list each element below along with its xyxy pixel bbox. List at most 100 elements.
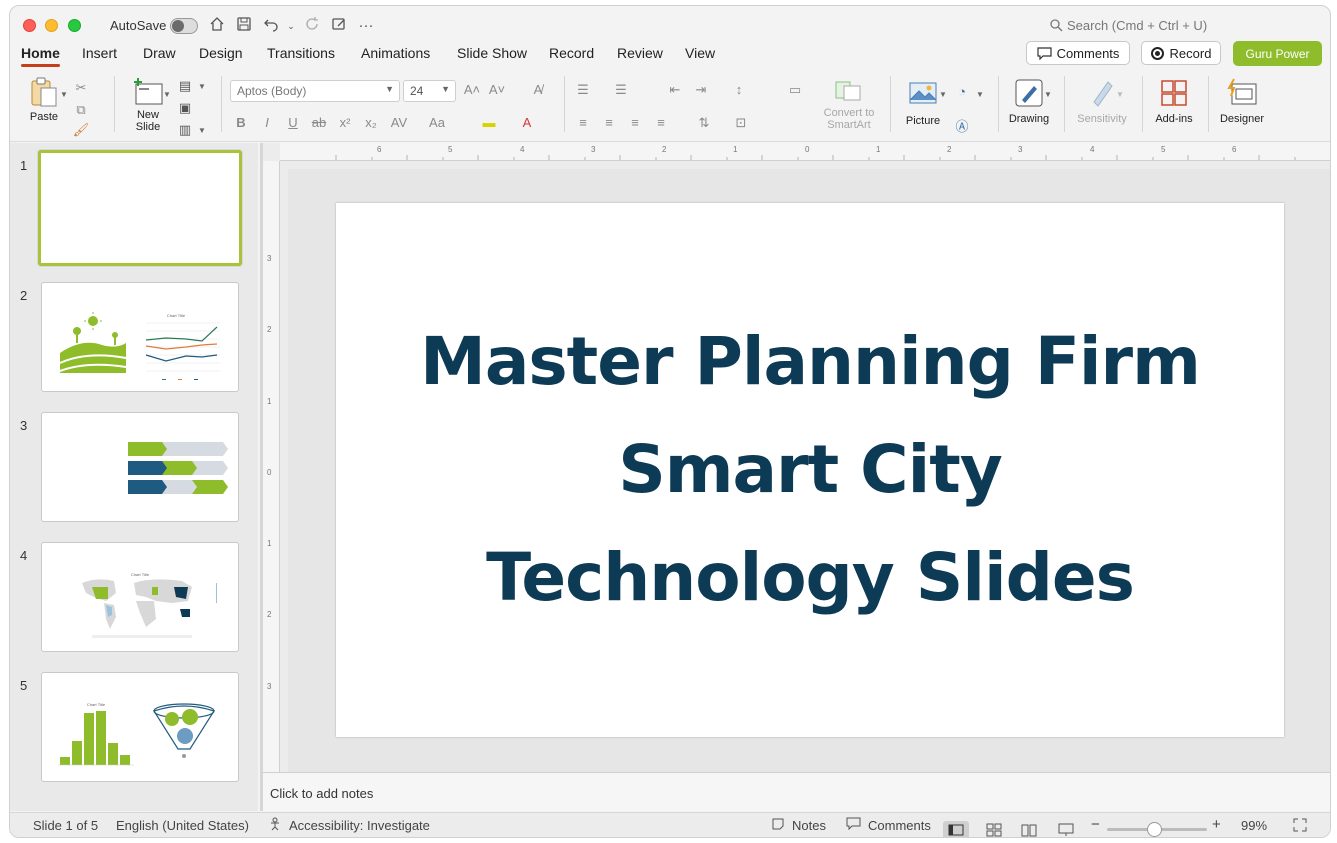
autosave-toggle[interactable]	[170, 18, 198, 34]
zoom-level[interactable]: 99%	[1241, 818, 1267, 833]
tab-record[interactable]: Record	[549, 45, 594, 61]
tab-review[interactable]: Review	[617, 45, 663, 61]
new-slide-dropdown-icon[interactable]: ▼	[163, 90, 171, 99]
slide-thumbnail-panel[interactable]: 1 2 Chart Title 3 4 Chart Title 5 Chart …	[10, 143, 258, 811]
highlight-icon[interactable]: ▬	[480, 115, 498, 130]
home-icon[interactable]	[207, 16, 227, 36]
shapes-dropdown-icon[interactable]: ▼	[976, 90, 984, 99]
record-button[interactable]: Record	[1141, 41, 1221, 65]
maximize-window-button[interactable]	[68, 19, 81, 32]
comment-icon[interactable]	[846, 817, 861, 833]
slide-title-line-2[interactable]: Smart City	[618, 416, 1003, 524]
format-painter-icon[interactable]: 🖌	[72, 122, 90, 138]
notes-pane[interactable]: Click to add notes	[263, 772, 1330, 811]
columns-icon[interactable]: ▭	[786, 82, 804, 98]
bullets-icon[interactable]: ☰	[574, 82, 592, 98]
cut-icon[interactable]: ✂	[72, 80, 90, 96]
section-icon[interactable]: ▥	[176, 122, 194, 138]
slide-thumbnail-5[interactable]: Chart Title	[41, 672, 239, 782]
close-window-button[interactable]	[23, 19, 36, 32]
sensitivity-dropdown-icon[interactable]: ▼	[1116, 90, 1124, 99]
slide-thumbnail-4[interactable]: Chart Title	[41, 542, 239, 652]
reading-view-button[interactable]	[1016, 821, 1042, 837]
picture-button[interactable]: Picture	[898, 80, 948, 127]
minimize-window-button[interactable]	[45, 19, 58, 32]
font-size-select[interactable]: 24 ▼	[403, 80, 456, 102]
sensitivity-button[interactable]: Sensitivity	[1074, 78, 1130, 125]
subscript-icon[interactable]: x₂	[362, 115, 380, 130]
layout-icon[interactable]: ▤	[176, 78, 194, 94]
search-box[interactable]: Search (Cmd + Ctrl + U)	[1050, 18, 1207, 33]
increase-indent-icon[interactable]: ⇥	[692, 82, 710, 98]
shapes-icon[interactable]: ◔	[953, 84, 971, 99]
strikethrough-icon[interactable]: ab	[310, 115, 328, 130]
undo-icon[interactable]	[261, 16, 281, 36]
zoom-slider-handle[interactable]	[1147, 822, 1162, 837]
current-slide[interactable]: Master Planning Firm Smart City Technolo…	[336, 203, 1284, 737]
tab-home[interactable]: Home	[21, 45, 60, 67]
numbering-icon[interactable]: ☰	[612, 82, 630, 98]
slideshow-view-button[interactable]	[1053, 821, 1079, 837]
slide-title-line-1[interactable]: Master Planning Firm	[420, 308, 1201, 416]
comments-toggle[interactable]: Comments	[868, 818, 931, 833]
notes-icon[interactable]	[771, 817, 785, 834]
paste-dropdown-icon[interactable]: ▼	[60, 90, 68, 99]
picture-dropdown-icon[interactable]: ▼	[939, 90, 947, 99]
accessibility-icon[interactable]	[268, 817, 282, 834]
italic-icon[interactable]: I	[258, 115, 276, 130]
redo-icon[interactable]	[302, 16, 322, 36]
drawing-dropdown-icon[interactable]: ▼	[1044, 90, 1052, 99]
align-text-icon[interactable]: ⊡	[732, 115, 750, 131]
undo-dropdown-icon[interactable]: ⌄	[281, 16, 301, 36]
font-name-select[interactable]: Aptos (Body) ▼	[230, 80, 400, 102]
text-box-icon[interactable]: Ⓐ	[953, 116, 971, 135]
increase-font-icon[interactable]: A˄	[463, 82, 481, 97]
reset-icon[interactable]: ▣	[176, 100, 194, 116]
text-direction-icon[interactable]: ⇅	[695, 115, 713, 131]
bold-icon[interactable]: B	[232, 115, 250, 130]
fit-to-window-icon[interactable]	[1293, 818, 1307, 835]
clear-format-icon[interactable]: A̸	[529, 82, 547, 97]
present-icon[interactable]	[329, 16, 349, 36]
paste-button[interactable]: Paste	[24, 76, 64, 123]
addins-button[interactable]: Add-ins	[1150, 78, 1198, 125]
slide-thumbnail-1[interactable]	[38, 150, 242, 266]
slide-thumbnail-2[interactable]: Chart Title	[41, 282, 239, 392]
justify-icon[interactable]: ≡	[652, 115, 670, 130]
normal-view-button[interactable]	[943, 821, 969, 837]
new-slide-button[interactable]: New Slide	[126, 76, 170, 133]
guru-power-button[interactable]: Guru Power	[1233, 41, 1322, 66]
copy-icon[interactable]: ⧉	[72, 102, 90, 118]
slide-title-line-3[interactable]: Technology Slides	[486, 524, 1135, 632]
layout-dropdown-icon[interactable]: ▼	[198, 82, 206, 91]
save-icon[interactable]	[234, 16, 254, 36]
zoom-in-button[interactable]: +	[1212, 816, 1221, 833]
tab-slide-show[interactable]: Slide Show	[457, 45, 527, 61]
char-spacing-icon[interactable]: AV	[390, 115, 408, 130]
convert-smartart-button[interactable]: Convert to SmartArt	[816, 78, 882, 131]
designer-button[interactable]: Designer	[1214, 78, 1270, 125]
change-case-icon[interactable]: Aa	[428, 115, 446, 130]
tab-animations[interactable]: Animations	[361, 45, 430, 61]
align-right-icon[interactable]: ≡	[626, 115, 644, 130]
align-center-icon[interactable]: ≡	[600, 115, 618, 130]
line-spacing-icon[interactable]: ↕	[730, 82, 748, 97]
font-color-icon[interactable]: A	[518, 115, 536, 130]
align-left-icon[interactable]: ≡	[574, 115, 592, 130]
tab-design[interactable]: Design	[199, 45, 243, 61]
notes-placeholder[interactable]: Click to add notes	[270, 786, 373, 801]
section-dropdown-icon[interactable]: ▼	[198, 126, 206, 135]
superscript-icon[interactable]: x²	[336, 115, 354, 130]
tab-insert[interactable]: Insert	[82, 45, 117, 61]
zoom-out-button[interactable]: −	[1091, 816, 1100, 833]
slide-thumbnail-3[interactable]	[41, 412, 239, 522]
tab-transitions[interactable]: Transitions	[267, 45, 335, 61]
accessibility-status[interactable]: Accessibility: Investigate	[289, 818, 430, 833]
more-icon[interactable]: ···	[356, 16, 376, 36]
slide-sorter-button[interactable]	[981, 821, 1007, 837]
tab-draw[interactable]: Draw	[143, 45, 176, 61]
decrease-font-icon[interactable]: A˅	[488, 82, 506, 97]
underline-icon[interactable]: U	[284, 115, 302, 130]
drawing-button[interactable]: Drawing	[1006, 78, 1052, 125]
notes-toggle[interactable]: Notes	[792, 818, 826, 833]
